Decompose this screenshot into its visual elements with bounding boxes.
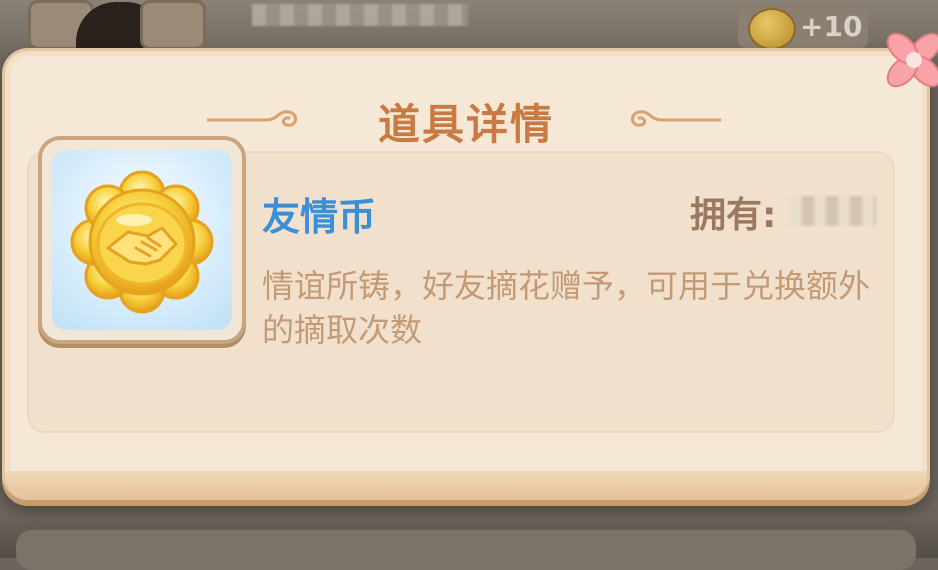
background-blurred-text xyxy=(252,4,468,26)
owned-value-redacted xyxy=(790,196,876,226)
owned-label: 拥有: xyxy=(690,195,777,236)
title-ornament-right-icon xyxy=(631,110,721,127)
item-icon-background xyxy=(52,150,232,330)
honeycomb-coin-icon xyxy=(748,8,796,50)
friendship-coin-icon xyxy=(70,170,214,314)
item-description: 情谊所铸，好友摘花赠予，可用于兑换额外的摘取次数 xyxy=(262,267,871,349)
background-bottom-panel xyxy=(16,530,916,570)
hud-bonus-text: +10 xyxy=(800,10,863,43)
dialog-bottom-band xyxy=(5,471,927,497)
item-icon-frame xyxy=(38,136,246,344)
close-flower-icon[interactable] xyxy=(884,20,938,100)
item-name: 友情币 xyxy=(262,195,377,239)
background-slot xyxy=(140,0,206,50)
